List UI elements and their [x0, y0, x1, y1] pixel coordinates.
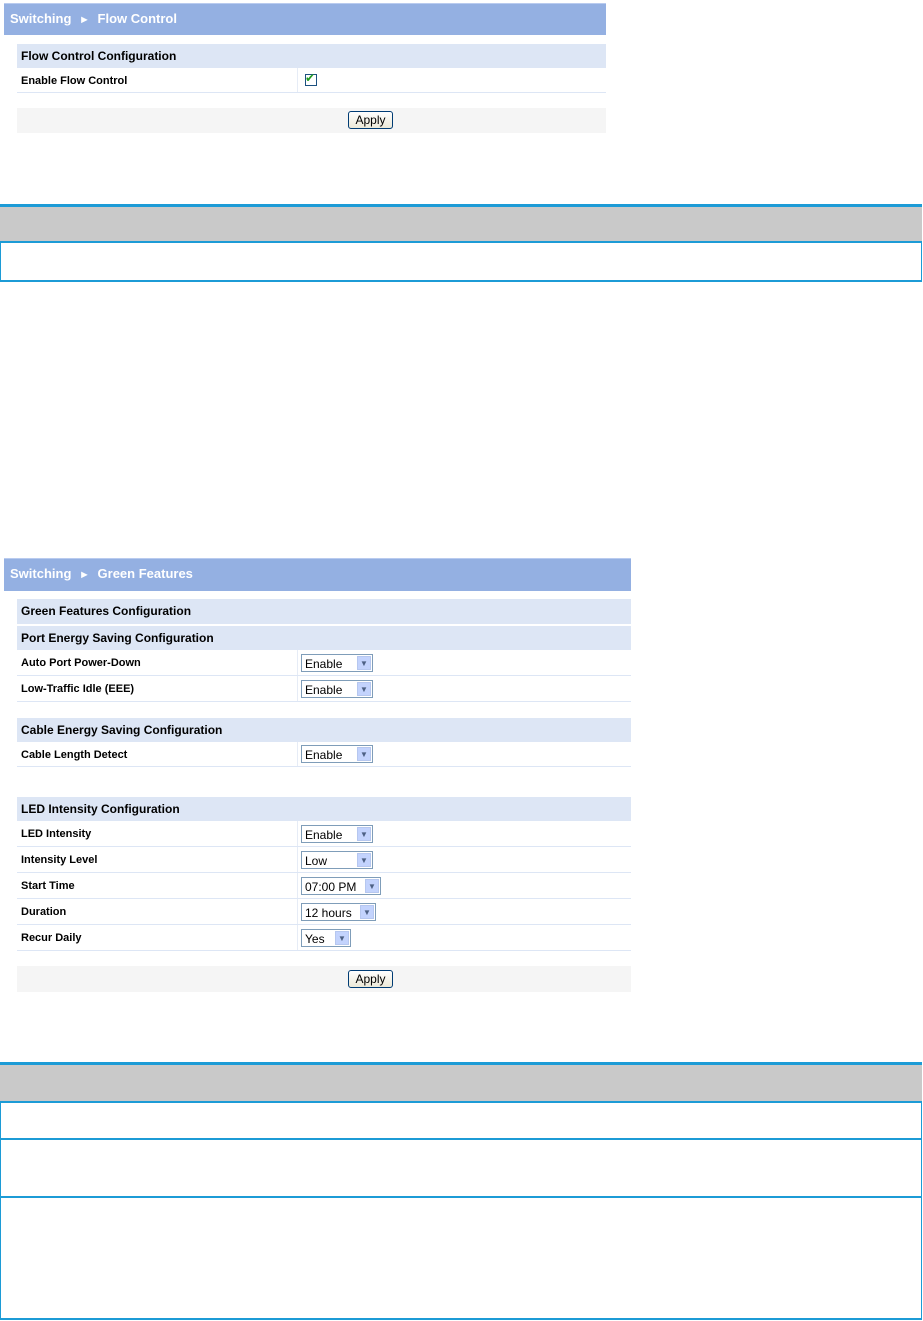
recur-daily-select[interactable]: Yes ▼ — [301, 929, 351, 947]
flow-control-doc-table-row — [0, 243, 922, 282]
led-intensity-row: LED Intensity Enable ▼ — [17, 821, 631, 847]
intensity-level-label: Intensity Level — [21, 854, 98, 866]
select-value: Enable — [305, 748, 343, 762]
flow-control-config-title: Flow Control Configuration — [17, 44, 606, 68]
led-intensity-label: LED Intensity — [21, 828, 92, 840]
flow-control-apply-bar: Apply — [17, 108, 606, 133]
intensity-level-select[interactable]: Low ▼ — [301, 851, 373, 869]
green-features-doc-table-row-1 — [0, 1103, 922, 1140]
green-features-doc-table-row-3 — [0, 1198, 922, 1320]
header-section-label: Switching — [10, 566, 72, 581]
green-features-header: Switching ► Green Features — [4, 558, 631, 591]
chevron-down-icon[interactable]: ▼ — [360, 905, 374, 919]
enable-flow-control-checkbox[interactable]: ✔ — [305, 71, 317, 86]
start-time-select[interactable]: 07:00 PM ▼ — [301, 877, 381, 895]
header-section-label: Switching — [10, 11, 72, 26]
check-icon: ✔ — [305, 71, 316, 85]
breadcrumb-arrow-icon: ► — [79, 14, 90, 26]
start-time-label: Start Time — [21, 880, 75, 892]
breadcrumb-arrow-icon: ► — [79, 569, 90, 581]
select-value: Yes — [305, 932, 325, 946]
port-energy-section-title: Port Energy Saving Configuration — [17, 626, 631, 650]
enable-flow-control-label: Enable Flow Control — [21, 75, 128, 87]
intensity-level-row: Intensity Level Low ▼ — [17, 847, 631, 873]
select-value: Enable — [305, 657, 343, 671]
cable-energy-section-title: Cable Energy Saving Configuration — [17, 718, 631, 742]
green-features-apply-bar: Apply — [17, 966, 631, 992]
chevron-down-icon[interactable]: ▼ — [357, 682, 371, 696]
chevron-down-icon[interactable]: ▼ — [357, 656, 371, 670]
chevron-down-icon[interactable]: ▼ — [357, 853, 371, 867]
low-traffic-idle-row: Low-Traffic Idle (EEE) Enable ▼ — [17, 676, 631, 702]
header-page-label: Green Features — [97, 566, 193, 581]
low-traffic-idle-select[interactable]: Enable ▼ — [301, 680, 373, 698]
recur-daily-label: Recur Daily — [21, 932, 82, 944]
header-page-label: Flow Control — [97, 11, 177, 26]
select-value: 12 hours — [305, 906, 352, 920]
green-features-apply-button[interactable]: Apply — [348, 970, 393, 988]
cable-length-detect-row: Cable Length Detect Enable ▼ — [17, 742, 631, 767]
select-value: Enable — [305, 828, 343, 842]
enable-flow-control-row: Enable Flow Control ✔ — [17, 68, 606, 93]
green-features-doc-table-row-2 — [0, 1140, 922, 1198]
select-value: Low — [305, 854, 328, 868]
low-traffic-idle-label: Low-Traffic Idle (EEE) — [21, 683, 135, 695]
flow-control-doc-table-header — [0, 204, 922, 243]
cable-length-detect-select[interactable]: Enable ▼ — [301, 745, 373, 763]
duration-select[interactable]: 12 hours ▼ — [301, 903, 376, 921]
cable-length-detect-label: Cable Length Detect — [21, 749, 128, 761]
select-value: 07:00 PM — [305, 880, 357, 894]
chevron-down-icon[interactable]: ▼ — [357, 747, 371, 761]
green-features-doc-table-header — [0, 1062, 922, 1103]
duration-row: Duration 12 hours ▼ — [17, 899, 631, 925]
select-value: Enable — [305, 683, 343, 697]
duration-label: Duration — [21, 906, 67, 918]
chevron-down-icon[interactable]: ▼ — [335, 931, 349, 945]
auto-port-power-down-select[interactable]: Enable ▼ — [301, 654, 373, 672]
auto-port-power-down-label: Auto Port Power-Down — [21, 657, 141, 669]
recur-daily-row: Recur Daily Yes ▼ — [17, 925, 631, 951]
flow-control-header: Switching ► Flow Control — [4, 3, 606, 35]
green-features-config-title: Green Features Configuration — [17, 599, 631, 624]
chevron-down-icon[interactable]: ▼ — [365, 879, 379, 893]
auto-port-power-down-row: Auto Port Power-Down Enable ▼ — [17, 650, 631, 676]
led-intensity-section-title: LED Intensity Configuration — [17, 797, 631, 821]
flow-control-apply-button[interactable]: Apply — [348, 111, 393, 129]
led-intensity-select[interactable]: Enable ▼ — [301, 825, 373, 843]
start-time-row: Start Time 07:00 PM ▼ — [17, 873, 631, 899]
chevron-down-icon[interactable]: ▼ — [357, 827, 371, 841]
